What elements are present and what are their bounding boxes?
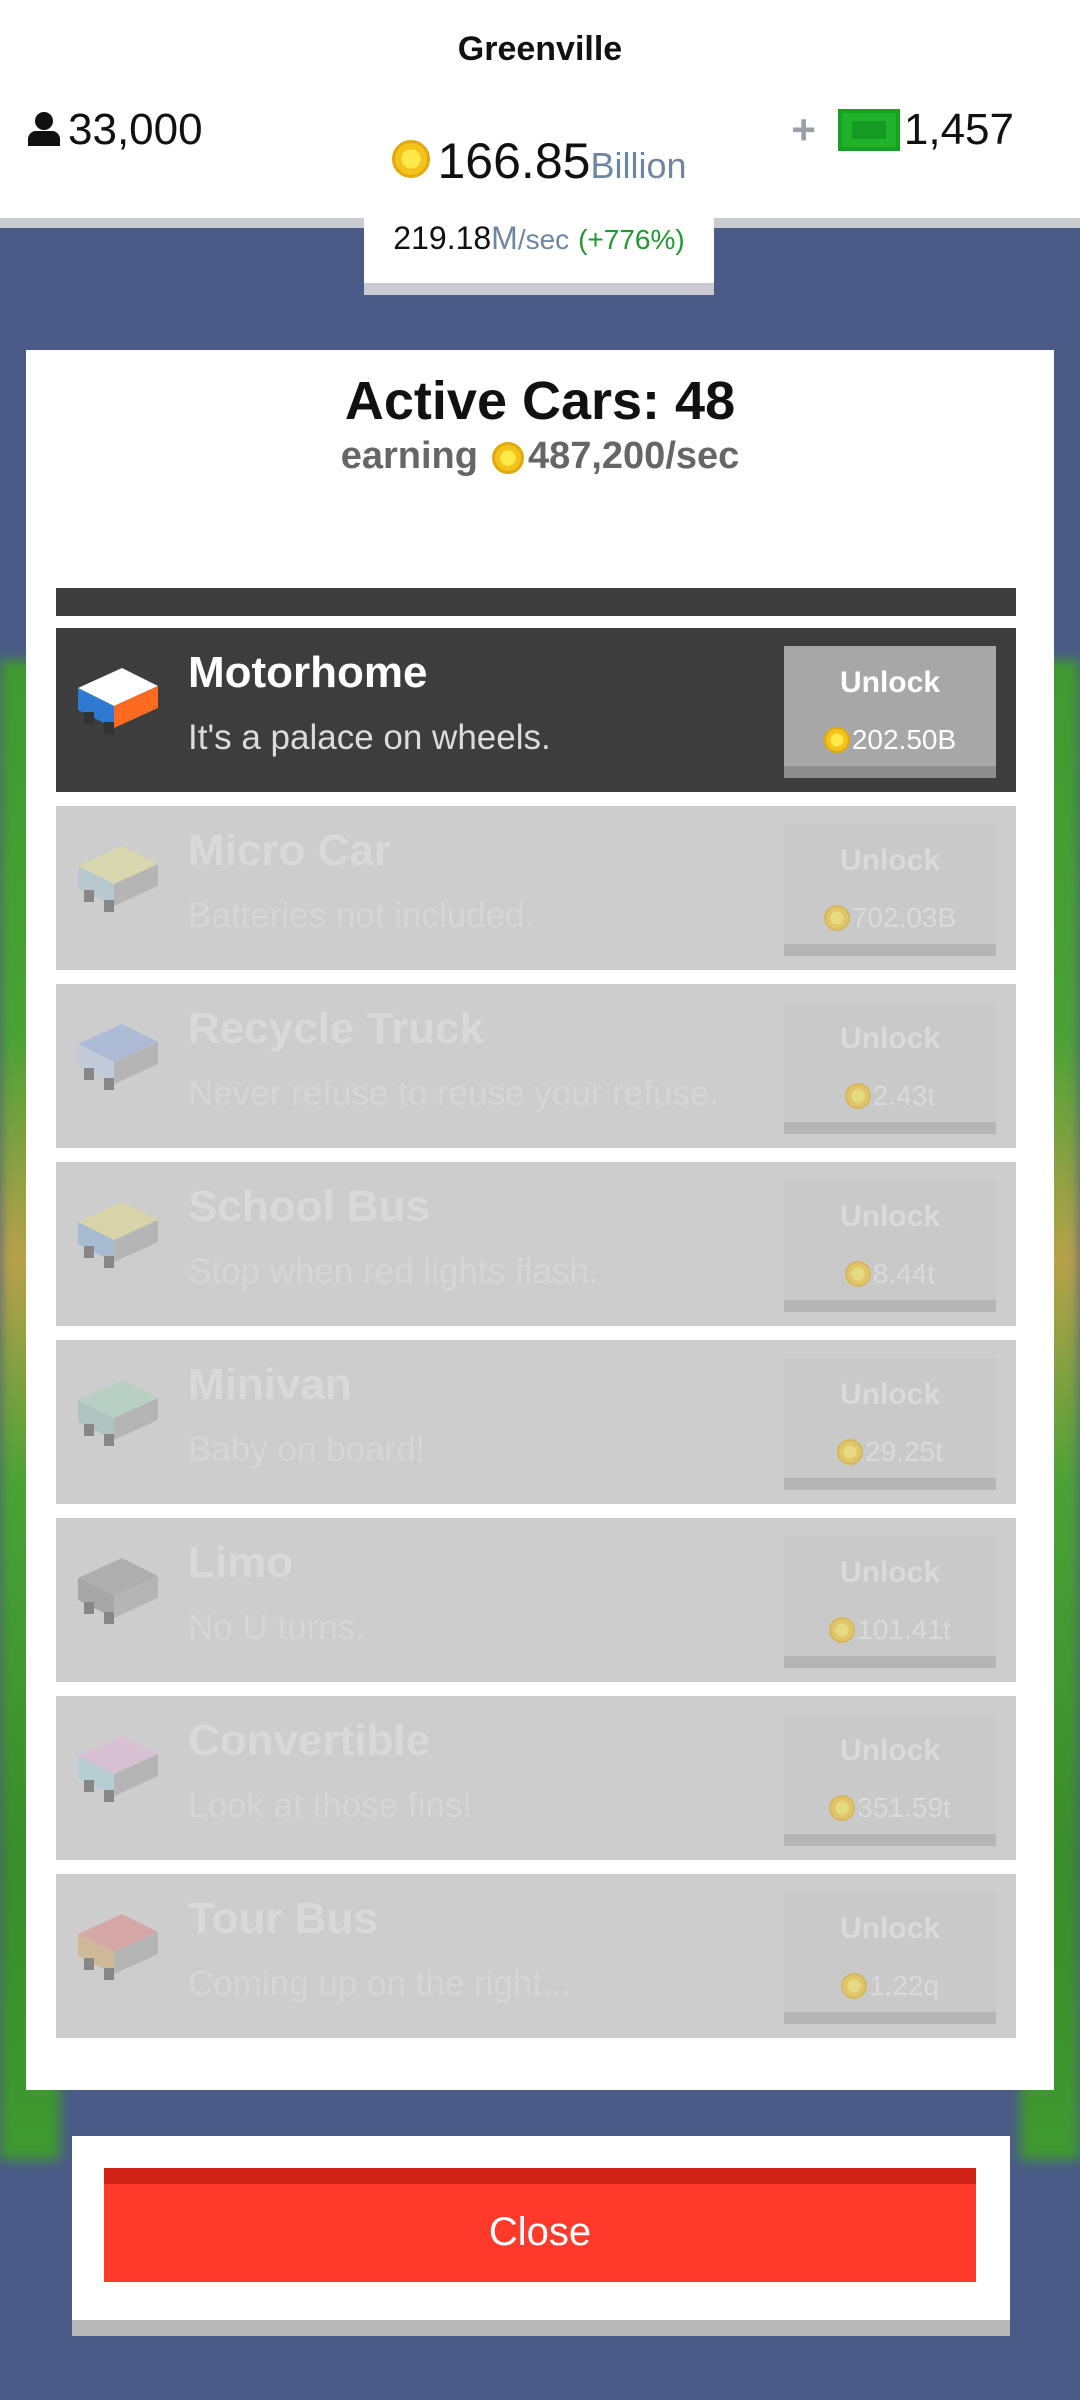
price-value: 1.22q	[868, 1970, 940, 2001]
car-name: Recycle Truck	[188, 1004, 484, 1053]
car-icon	[78, 1024, 158, 1090]
price-value: 351.59t	[857, 1792, 951, 1823]
unlock-label: Unlock	[839, 1912, 941, 1945]
car-icon	[78, 1202, 158, 1268]
car-name: School Bus	[188, 1182, 431, 1231]
car-name: Convertible	[188, 1716, 431, 1765]
unlock-label: Unlock	[839, 1022, 941, 1055]
person-icon	[26, 112, 62, 148]
unlock-label: Unlock	[839, 1556, 941, 1589]
price-value: 8.44t	[872, 1258, 936, 1289]
money-unit: Billion	[590, 145, 687, 186]
car-description: Batteries not included.	[188, 896, 535, 935]
unlock-button[interactable]: Unlock 29.25t	[784, 1358, 996, 1490]
rate-unit: M	[491, 220, 518, 256]
unlock-label: Unlock	[839, 666, 941, 699]
car-row: School Bus Stop when red lights flash. U…	[56, 1162, 1016, 1326]
car-description: Look at those fins!	[188, 1786, 473, 1825]
population: 33,000	[26, 105, 203, 155]
coin-icon	[823, 905, 850, 931]
cash[interactable]: + 1,457	[791, 105, 1014, 155]
income-rate: 219.18M/sec (+776%)	[364, 220, 714, 257]
car-description: Stop when red lights flash.	[188, 1252, 599, 1291]
coin-icon	[844, 1083, 871, 1109]
car-description: Baby on board!	[188, 1430, 426, 1469]
car-row: Micro Car Batteries not included. Unlock…	[56, 806, 1016, 970]
money-display: 166.85 Billion 219.18M/sec (+776%)	[364, 120, 714, 295]
active-cars-panel: Active Cars: 48 earning 487,200/sec Motor…	[26, 350, 1054, 2090]
unlock-price: 702.03B	[784, 902, 996, 934]
car-description: Never refuse to reuse your refuse.	[188, 1074, 720, 1113]
unlock-price: 2.43t	[784, 1080, 996, 1112]
coin-icon	[837, 1439, 864, 1465]
car-name: Tour Bus	[188, 1894, 378, 1943]
price-value: 101.41t	[857, 1614, 951, 1645]
car-name: Micro Car	[188, 826, 391, 875]
unlock-button[interactable]: Unlock 351.59t	[784, 1714, 996, 1846]
unlock-button[interactable]: Unlock 1.22q	[784, 1892, 996, 2024]
coin-icon	[829, 1617, 856, 1643]
unlock-button[interactable]: Unlock 702.03B	[784, 824, 996, 956]
earning-label: earning	[340, 435, 478, 477]
unlock-price: 351.59t	[784, 1792, 996, 1824]
panel-title: Active Cars: 48	[344, 371, 736, 431]
car-icon	[78, 668, 158, 734]
coin-icon	[823, 727, 850, 753]
unlock-button[interactable]: Unlock 202.50B	[784, 646, 996, 778]
earning-value: 487,200/sec	[527, 435, 740, 477]
car-icon	[78, 1736, 158, 1802]
price-value: 702.03B	[851, 902, 957, 933]
money-value: 166.85	[437, 133, 591, 189]
price-value: 2.43t	[872, 1080, 936, 1111]
close-button[interactable]: Close	[104, 2168, 976, 2282]
car-row: Limo No U turns. Unlock 101.41t	[56, 1518, 1016, 1682]
unlock-price: 202.50B	[784, 724, 996, 756]
earning-line: earning 487,200/sec	[26, 435, 1054, 478]
car-row: Minivan Baby on board! Unlock 29.25t	[56, 1340, 1016, 1504]
car-name: Minivan	[188, 1360, 352, 1409]
unlock-button[interactable]: Unlock 8.44t	[784, 1180, 996, 1312]
car-icon	[78, 1914, 158, 1980]
city-name: Greenville	[457, 30, 623, 68]
unlock-label: Unlock	[839, 1200, 941, 1233]
rate-value: 219.18	[393, 220, 492, 256]
plus-icon[interactable]: +	[791, 106, 816, 154]
coin-icon	[844, 1261, 871, 1287]
coin-icon	[491, 441, 524, 474]
unlock-label: Unlock	[839, 844, 941, 877]
unlock-price: 1.22q	[784, 1970, 996, 2002]
unlock-label: Unlock	[839, 1734, 941, 1767]
unlock-price: 101.41t	[784, 1614, 996, 1646]
car-name: Motorhome	[188, 648, 428, 697]
car-name: Limo	[188, 1538, 294, 1587]
price-value: 202.50B	[851, 724, 957, 755]
unlock-label: Unlock	[839, 1378, 941, 1411]
car-row: Convertible Look at those fins! Unlock 3…	[56, 1696, 1016, 1860]
unlock-price: 8.44t	[784, 1258, 996, 1290]
price-value: 29.25t	[865, 1436, 943, 1467]
cash-value: 1,457	[903, 105, 1014, 154]
car-icon	[78, 1380, 158, 1446]
rate-percent: (+776%)	[578, 224, 685, 255]
car-description: No U turns.	[188, 1608, 365, 1647]
car-icon	[78, 1558, 158, 1624]
car-row: Tour Bus Coming up on the right... Unloc…	[56, 1874, 1016, 2038]
coin-icon	[391, 140, 430, 178]
list-header-bar	[56, 588, 1016, 616]
unlock-button[interactable]: Unlock 2.43t	[784, 1002, 996, 1134]
population-value: 33,000	[68, 105, 203, 154]
car-list: Motorhome It's a palace on wheels. Unloc…	[56, 628, 1016, 2052]
car-description: Coming up on the right...	[188, 1964, 572, 2003]
rate-per: /sec	[517, 224, 570, 255]
unlock-button[interactable]: Unlock 101.41t	[784, 1536, 996, 1668]
car-icon	[78, 846, 158, 912]
cash-bill-icon	[837, 109, 900, 151]
car-row: Motorhome It's a palace on wheels. Unloc…	[56, 628, 1016, 792]
unlock-price: 29.25t	[784, 1436, 996, 1468]
coin-icon	[829, 1795, 856, 1821]
close-container: Close	[72, 2136, 1010, 2336]
car-description: It's a palace on wheels.	[188, 718, 551, 757]
car-row: Recycle Truck Never refuse to reuse your…	[56, 984, 1016, 1148]
coin-icon	[840, 1973, 867, 1999]
